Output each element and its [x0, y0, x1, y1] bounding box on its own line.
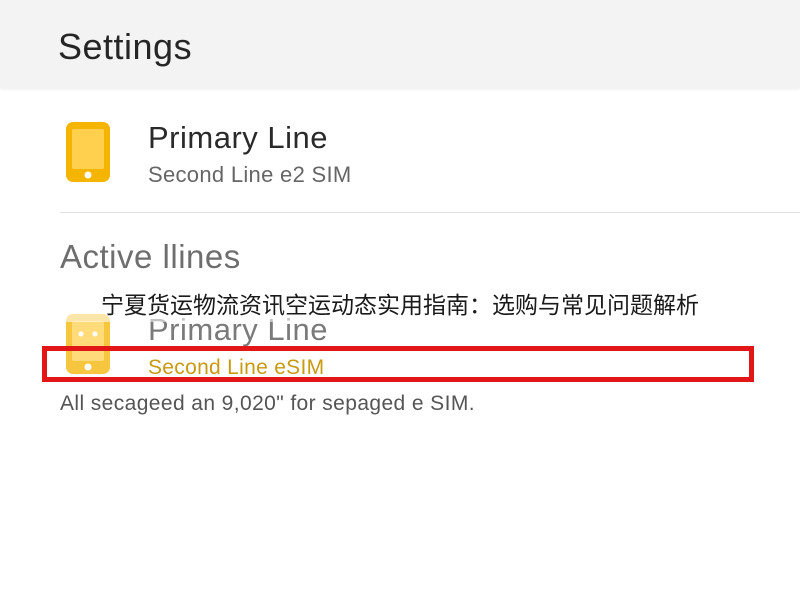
divider [60, 212, 800, 213]
app-header: Settings [0, 0, 800, 88]
settings-screen: Settings Primary Line Second Line e2 SIM… [0, 0, 800, 600]
active-lines-heading: Active llines [60, 238, 241, 275]
page-title: Settings [58, 26, 193, 67]
primary-line-title: Primary Line [148, 120, 328, 155]
phone-icon [66, 122, 110, 182]
esim-note: All secageed an 9,020" for sepaged e SIM… [60, 392, 475, 415]
primary-line-subtitle: Second Line e2 SIM [148, 162, 352, 187]
highlight-box [42, 346, 754, 382]
primary-line-item[interactable]: Primary Line Second Line e2 SIM [0, 102, 800, 214]
overlay-caption: 宁夏货运物流资讯空运动态实用指南：选购与常见问题解析 [0, 284, 800, 322]
